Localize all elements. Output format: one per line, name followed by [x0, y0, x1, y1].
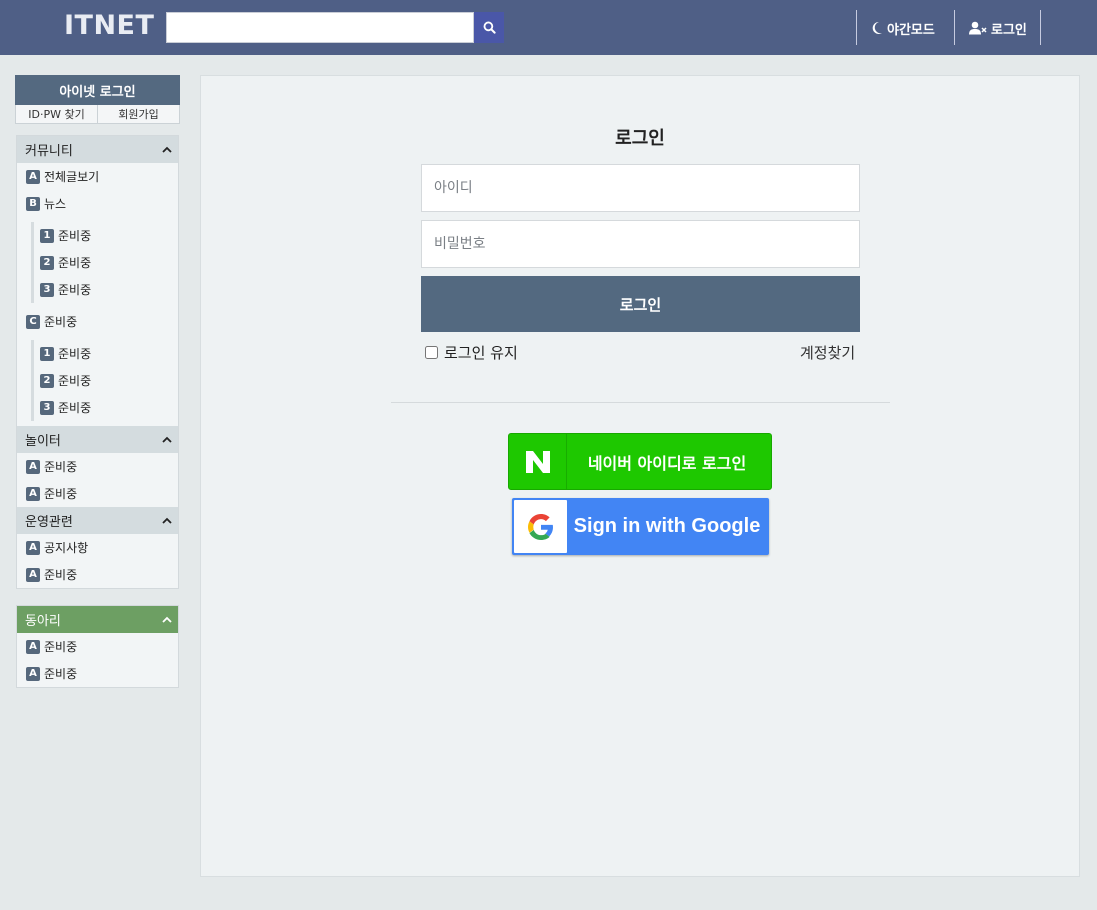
find-account-link[interactable]: 계정찾기: [800, 342, 855, 363]
site-logo[interactable]: ITNET: [64, 10, 154, 41]
sidebar-item-label: 준비중: [44, 640, 78, 654]
sidebar-subitem[interactable]: 2 준비중: [34, 367, 178, 394]
menu-badge: A: [26, 639, 40, 654]
password-field[interactable]: [421, 220, 860, 268]
submenu-c: 1 준비중 2 준비중 3 준비중: [31, 340, 178, 421]
menu-badge: C: [26, 314, 40, 329]
page-title: 로그인: [615, 128, 665, 149]
sidebar-item-label: 준비중: [44, 315, 78, 329]
sidebar-item-label: 준비중: [44, 568, 78, 582]
menu-badge: 2: [40, 373, 54, 388]
naver-login-button[interactable]: 네이버 아이디로 로그인: [508, 433, 772, 490]
menu-badge: A: [26, 540, 40, 555]
sidebar-item[interactable]: A 준비중: [17, 660, 178, 687]
menu-badge: A: [26, 666, 40, 681]
divider: [391, 402, 890, 403]
sidebar-subitem[interactable]: 3 준비중: [34, 276, 178, 303]
section-header-operations[interactable]: 운영관련: [17, 507, 178, 534]
sidebar-item-news[interactable]: B 뉴스: [17, 190, 178, 217]
username-field[interactable]: [421, 164, 860, 212]
sidebar-login-button[interactable]: 아이넷 로그인: [15, 75, 180, 105]
section-title: 운영관련: [25, 515, 73, 530]
section-header-club[interactable]: 동아리: [17, 606, 178, 633]
menu-badge: 1: [40, 228, 54, 243]
section-header-community[interactable]: 커뮤니티: [17, 136, 178, 163]
section-title: 놀이터: [25, 434, 61, 449]
sidebar-item-label: 준비중: [58, 347, 92, 361]
keep-login-label: 로그인 유지: [444, 344, 518, 362]
sidebar-login-links: ID·PW 찾기 회원가입: [15, 105, 180, 124]
header-divider: [856, 10, 857, 45]
sidebar-club-menu: 동아리 A 준비중 A 준비중: [16, 605, 179, 688]
header-divider: [1040, 10, 1041, 45]
find-id-pw-link[interactable]: ID·PW 찾기: [16, 105, 97, 123]
menu-badge: A: [26, 567, 40, 582]
sidebar-subitem[interactable]: 2 준비중: [34, 249, 178, 276]
section-title: 동아리: [25, 614, 61, 629]
sidebar-item-label: 준비중: [58, 229, 92, 243]
sidebar-subitem[interactable]: 1 준비중: [34, 340, 178, 367]
sidebar-item-label: 준비중: [58, 401, 92, 415]
header-divider: [954, 10, 955, 45]
keep-login-option[interactable]: 로그인 유지: [425, 342, 518, 363]
sidebar-menu: 커뮤니티 A 전체글보기 B 뉴스 1 준비중 2 준비중 3 준비중 C 준비…: [16, 135, 179, 589]
keep-login-checkbox[interactable]: [425, 346, 438, 359]
sidebar-item-label: 전체글보기: [44, 170, 100, 184]
sidebar-item[interactable]: A 준비중: [17, 633, 178, 660]
sidebar-item-label: 준비중: [58, 283, 92, 297]
moon-icon: [872, 21, 882, 34]
menu-badge: B: [26, 196, 40, 211]
menu-badge: A: [26, 169, 40, 184]
google-login-label: Sign in with Google: [573, 515, 761, 537]
chevron-up-icon: [162, 616, 172, 623]
sidebar-subitem[interactable]: 1 준비중: [34, 222, 178, 249]
header-login-button[interactable]: 로그인: [969, 18, 1027, 38]
menu-badge: A: [26, 486, 40, 501]
sidebar-item-label: 뉴스: [44, 197, 67, 211]
naver-login-label: 네이버 아이디로 로그인: [587, 453, 747, 473]
night-mode-button[interactable]: 야간모드: [871, 18, 935, 38]
section-title: 커뮤니티: [25, 144, 73, 159]
signup-link[interactable]: 회원가입: [97, 105, 179, 123]
sidebar-login-box: 아이넷 로그인 ID·PW 찾기 회원가입: [15, 75, 180, 124]
menu-badge: 3: [40, 400, 54, 415]
chevron-up-icon: [162, 146, 172, 153]
login-submit-button[interactable]: 로그인: [421, 276, 860, 332]
naver-logo-icon: [509, 434, 567, 489]
sidebar-item-label: 준비중: [44, 487, 78, 501]
search-input[interactable]: [166, 12, 474, 43]
sidebar-item-label: 준비중: [44, 460, 78, 474]
search-button[interactable]: [474, 12, 504, 43]
google-logo-icon: [514, 500, 567, 553]
login-panel: 로그인 로그인 로그인 유지 계정찾기 네이버 아이디로 로그인 Sign in…: [200, 75, 1080, 877]
sidebar-item-label: 공지사항: [44, 541, 89, 555]
sidebar-item-notice[interactable]: A 공지사항: [17, 534, 178, 561]
menu-badge: 2: [40, 255, 54, 270]
chevron-up-icon: [162, 517, 172, 524]
menu-badge: A: [26, 459, 40, 474]
menu-badge: 1: [40, 346, 54, 361]
sidebar-item[interactable]: A 준비중: [17, 480, 178, 507]
chevron-up-icon: [162, 436, 172, 443]
sidebar-item-label: 준비중: [58, 374, 92, 388]
sidebar-subitem[interactable]: 3 준비중: [34, 394, 178, 421]
top-navbar: ITNET 야간모드 로그인: [0, 0, 1097, 55]
menu-badge: 3: [40, 282, 54, 297]
google-login-button[interactable]: Sign in with Google: [512, 498, 769, 555]
sidebar-item-all-posts[interactable]: A 전체글보기: [17, 163, 178, 190]
sidebar-item[interactable]: A 준비중: [17, 561, 178, 588]
search-icon: [483, 21, 496, 34]
sidebar-item-label: 준비중: [58, 256, 92, 270]
sidebar-item-c[interactable]: C 준비중: [17, 308, 178, 335]
header-login-label: 로그인: [991, 22, 1027, 38]
user-plus-icon: [969, 21, 987, 35]
submenu-news: 1 준비중 2 준비중 3 준비중: [31, 222, 178, 303]
sidebar-item-label: 준비중: [44, 667, 78, 681]
sidebar-item[interactable]: A 준비중: [17, 453, 178, 480]
section-header-playground[interactable]: 놀이터: [17, 426, 178, 453]
night-mode-label: 야간모드: [887, 22, 935, 38]
